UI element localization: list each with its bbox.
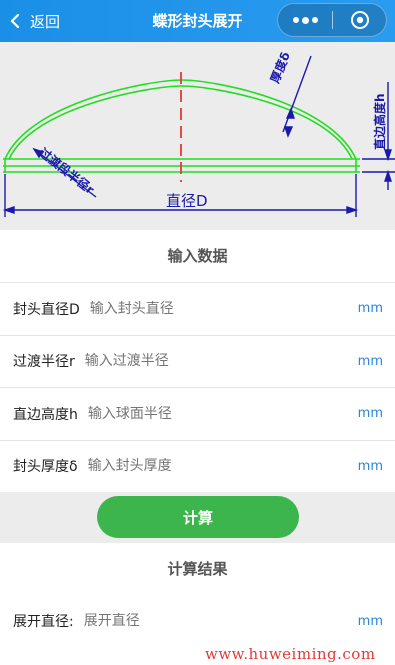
thickness-row: 封头厚度δ mm bbox=[0, 439, 395, 493]
calculate-button[interactable]: 计算 bbox=[97, 496, 299, 538]
result-section-title: 计算结果 bbox=[167, 560, 228, 578]
diameter-label: 直径D bbox=[166, 192, 208, 210]
miniprogram-capsule bbox=[277, 3, 387, 37]
transition-radius-row: 过渡半径r mm bbox=[0, 334, 395, 388]
chevron-left-icon bbox=[10, 14, 20, 28]
diameter-field-label: 封头直径D bbox=[13, 301, 80, 318]
unfolded-diameter-label: 展开直径: bbox=[13, 614, 74, 630]
close-miniprogram-button[interactable] bbox=[333, 4, 386, 36]
nav-bar: 返回 蝶形封头展开 bbox=[0, 0, 395, 42]
target-close-icon bbox=[350, 11, 369, 29]
back-button[interactable]: 返回 bbox=[8, 0, 60, 42]
button-bar: 计算 bbox=[0, 492, 395, 543]
diameter-input[interactable] bbox=[89, 300, 395, 317]
transition-radius-input[interactable] bbox=[84, 353, 395, 370]
diameter-unit: mm bbox=[357, 301, 383, 317]
dot-icon bbox=[311, 17, 318, 23]
straight-height-field-label: 直边高度h bbox=[13, 406, 78, 423]
straight-height-row: 直边高度h mm bbox=[0, 387, 395, 440]
thickness-field-label: 封头厚度δ bbox=[13, 459, 78, 476]
thickness-label: 厚度δ bbox=[267, 50, 293, 86]
dished-head-drawing: 直径D 过渡段半径r 厚度δ 直边高度h bbox=[2, 50, 395, 217]
transition-radius-unit: mm bbox=[357, 353, 383, 369]
radius-label: 过渡段半径r bbox=[36, 145, 97, 197]
back-label: 返回 bbox=[30, 12, 61, 31]
unfolded-diameter-row: 展开直径: mm bbox=[0, 595, 395, 647]
straight-height-input[interactable] bbox=[87, 405, 395, 422]
input-panel: 输入数据 封头直径D mm 过渡半径r mm 直边高度h mm 封头厚度δ mm bbox=[0, 230, 395, 492]
dot-icon bbox=[301, 16, 309, 24]
thickness-unit: mm bbox=[357, 458, 383, 474]
diameter-row: 封头直径D mm bbox=[0, 282, 395, 335]
unfolded-diameter-unit: mm bbox=[357, 613, 383, 629]
watermark: www.huweiming.com bbox=[205, 645, 376, 663]
more-button[interactable] bbox=[278, 4, 332, 36]
straight-height-label: 直边高度h bbox=[372, 93, 387, 150]
head-diagram: 直径D 过渡段半径r 厚度δ 直边高度h bbox=[0, 42, 395, 230]
dot-icon bbox=[292, 17, 299, 23]
input-section-title: 输入数据 bbox=[167, 247, 228, 265]
thickness-input[interactable] bbox=[87, 458, 395, 475]
unfolded-diameter-output[interactable] bbox=[83, 613, 395, 629]
straight-height-unit: mm bbox=[357, 406, 383, 422]
transition-radius-field-label: 过渡半径r bbox=[13, 354, 75, 371]
